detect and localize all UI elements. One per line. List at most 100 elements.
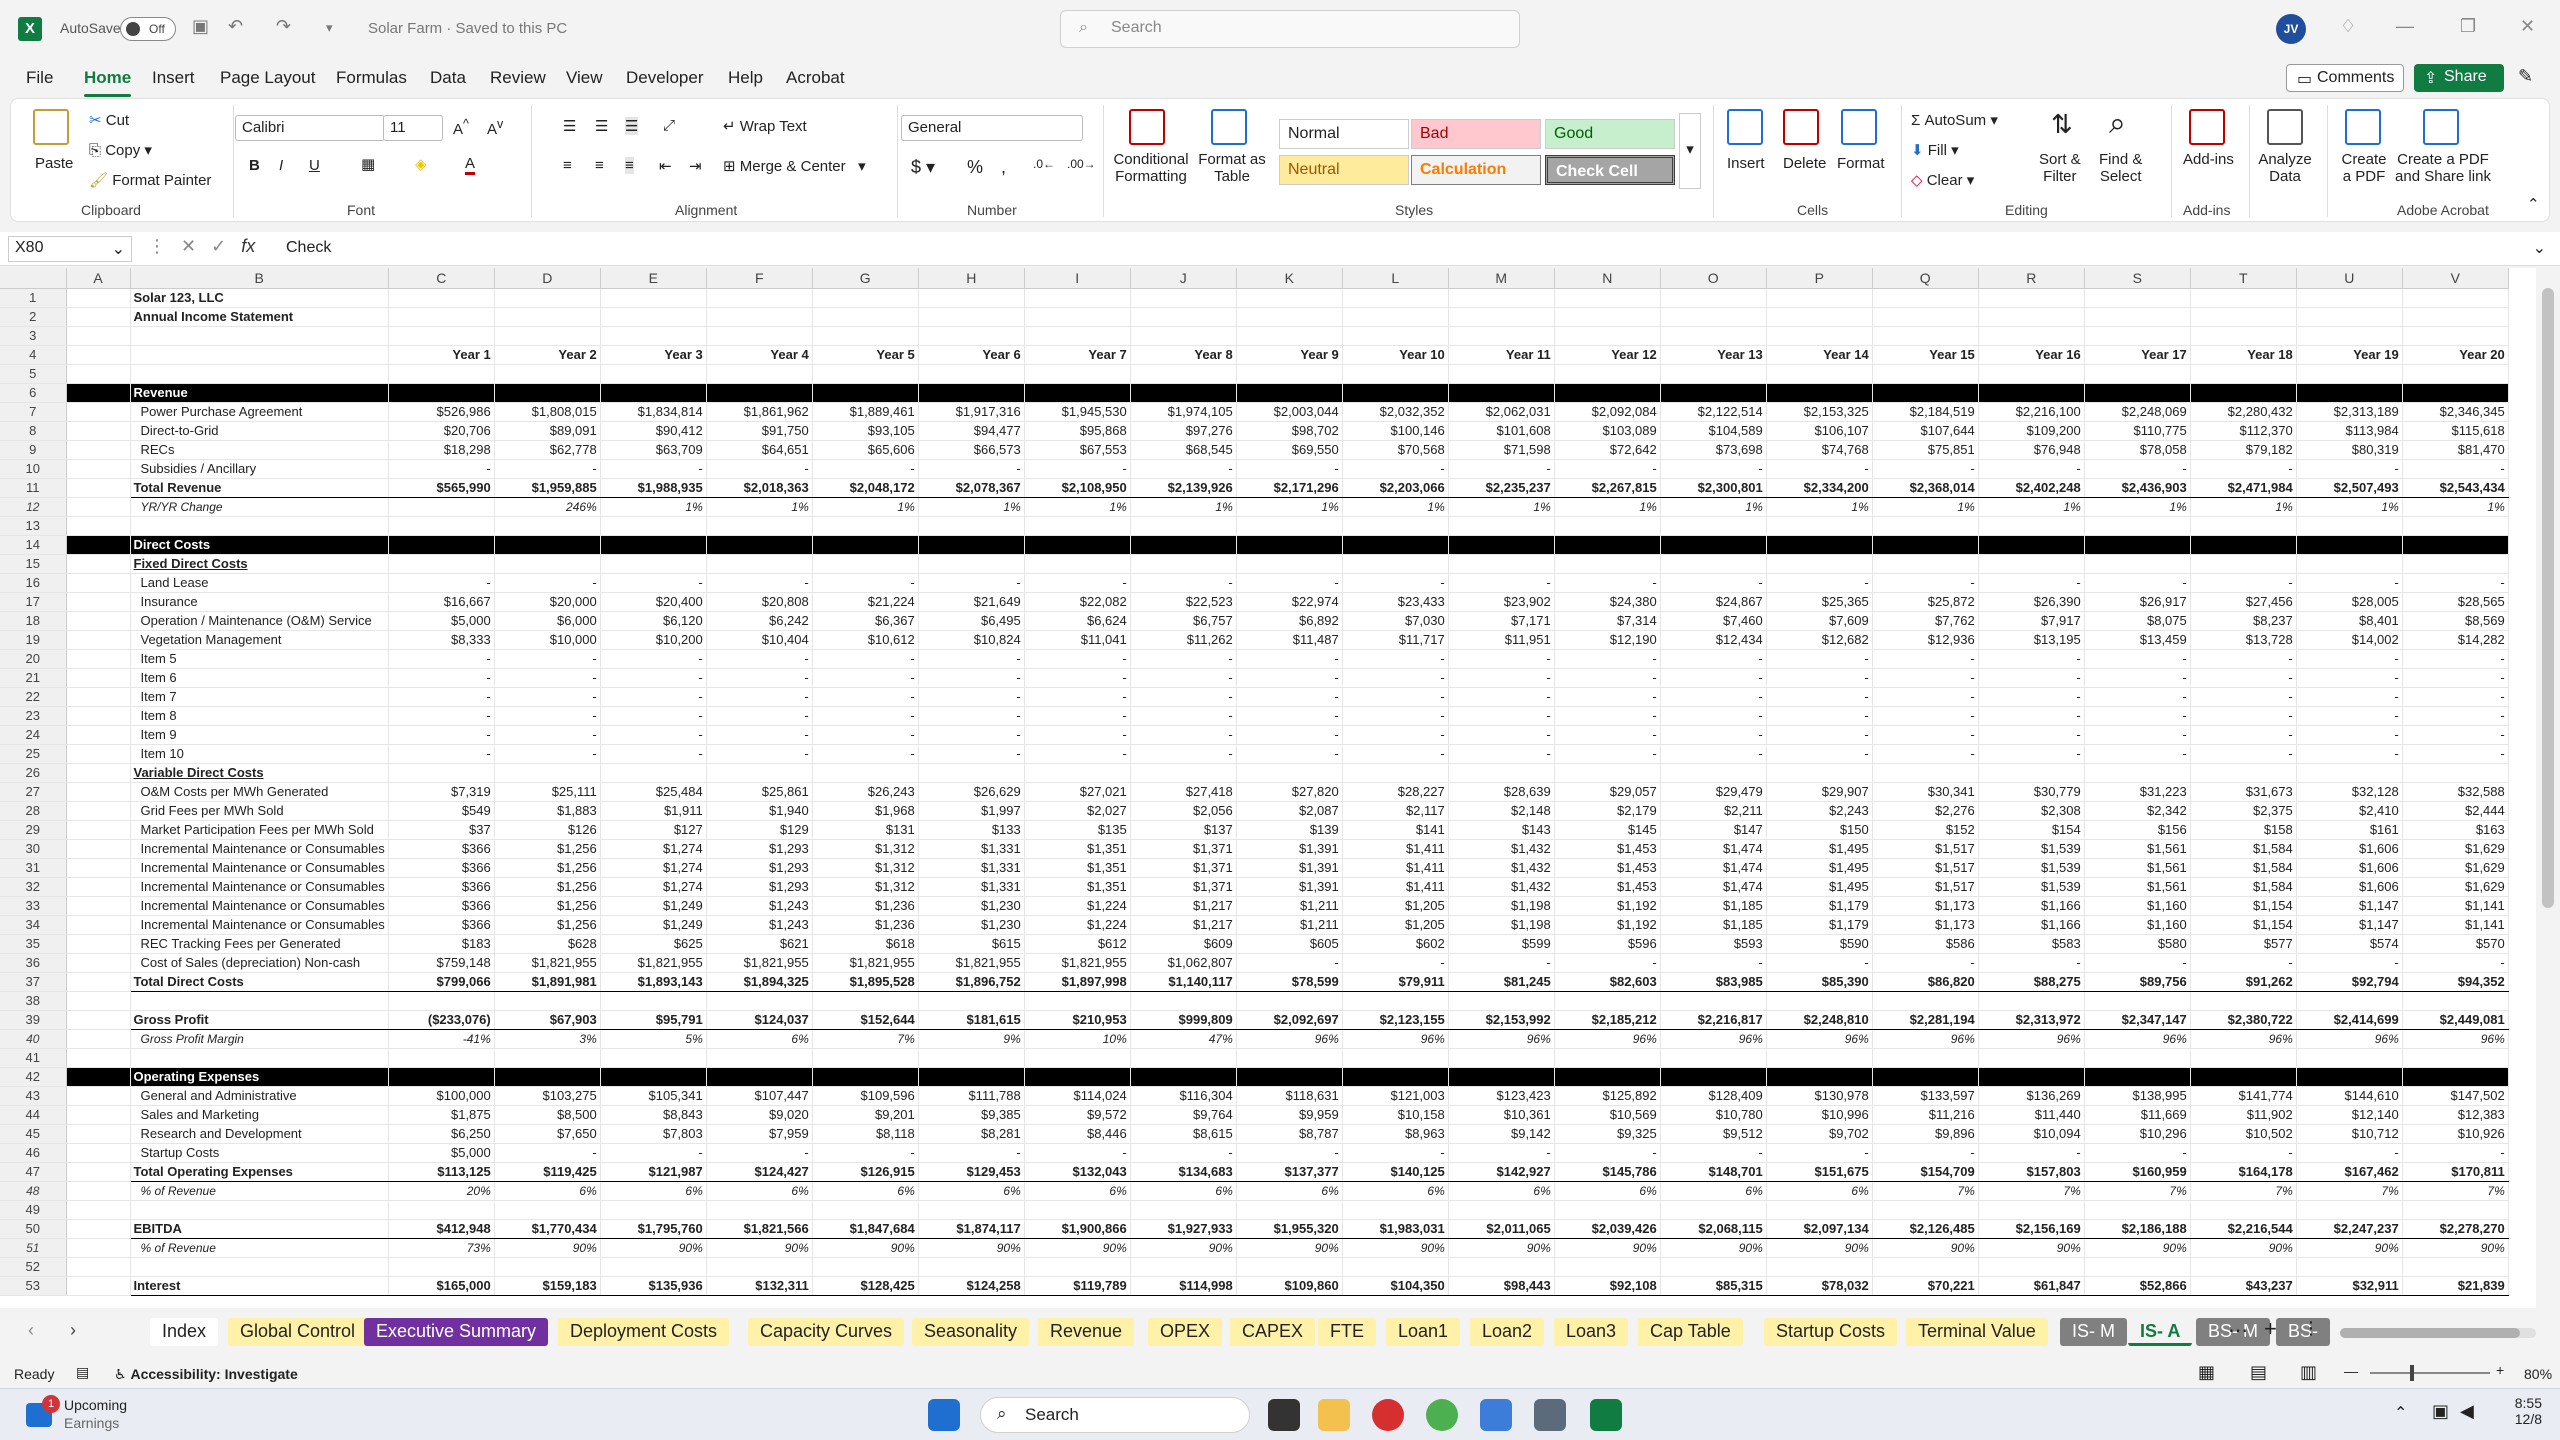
- value-cell[interactable]: 7%: [2296, 1181, 2403, 1201]
- value-cell[interactable]: $27,021: [1024, 782, 1131, 802]
- value-cell[interactable]: $2,186,188: [2084, 1218, 2191, 1239]
- cell[interactable]: [66, 896, 131, 916]
- value-cell[interactable]: $1,453: [1554, 839, 1661, 859]
- value-cell[interactable]: -: [1448, 1143, 1555, 1163]
- value-cell[interactable]: -: [918, 725, 1025, 745]
- value-cell[interactable]: $103,089: [1554, 421, 1661, 441]
- value-cell[interactable]: [1342, 326, 1449, 346]
- add-sheet-icon[interactable]: +: [2264, 1316, 2277, 1342]
- value-cell[interactable]: $1,198: [1448, 915, 1555, 935]
- row-header[interactable]: 7: [0, 402, 67, 422]
- value-cell[interactable]: $128,425: [812, 1275, 919, 1296]
- value-cell[interactable]: $1,432: [1448, 839, 1555, 859]
- value-cell[interactable]: $1,217: [1130, 915, 1237, 935]
- font-size-select[interactable]: 11: [383, 115, 443, 141]
- value-cell[interactable]: Year 11: [1448, 345, 1555, 365]
- value-cell[interactable]: [1978, 307, 2085, 327]
- format-as-table-icon[interactable]: [1211, 109, 1247, 145]
- value-cell[interactable]: $11,951: [1448, 630, 1555, 650]
- styles-more-icon[interactable]: ▾: [1679, 113, 1701, 189]
- value-cell[interactable]: $1,236: [812, 896, 919, 916]
- value-cell[interactable]: $1,821,955: [706, 953, 813, 973]
- value-cell[interactable]: $1,312: [812, 839, 919, 859]
- value-cell[interactable]: $10,824: [918, 630, 1025, 650]
- value-cell[interactable]: $1,293: [706, 858, 813, 878]
- value-cell[interactable]: $10,361: [1448, 1105, 1555, 1125]
- value-cell[interactable]: $11,902: [2190, 1105, 2297, 1125]
- value-cell[interactable]: -: [1130, 459, 1237, 479]
- cell[interactable]: [66, 364, 131, 384]
- value-cell[interactable]: -: [1342, 573, 1449, 593]
- value-cell[interactable]: $1,453: [1554, 858, 1661, 878]
- row-header[interactable]: 12: [0, 497, 67, 517]
- value-cell[interactable]: $2,148: [1448, 801, 1555, 821]
- sheet-tab[interactable]: Executive Summary: [364, 1318, 549, 1346]
- value-cell[interactable]: $1,391: [1236, 839, 1343, 859]
- value-cell[interactable]: 3%: [494, 1029, 601, 1049]
- value-cell[interactable]: -: [1766, 459, 1873, 479]
- value-cell[interactable]: [2296, 1257, 2403, 1277]
- value-cell[interactable]: 90%: [1024, 1238, 1131, 1258]
- value-cell[interactable]: $66,573: [918, 440, 1025, 460]
- chrome-icon[interactable]: [1426, 1399, 1458, 1431]
- column-header[interactable]: V: [2402, 268, 2509, 289]
- value-cell[interactable]: $91,262: [2190, 971, 2297, 992]
- value-cell[interactable]: 96%: [2402, 1029, 2509, 1049]
- value-cell[interactable]: $64,651: [706, 440, 813, 460]
- value-cell[interactable]: $156: [2084, 820, 2191, 840]
- cell[interactable]: [66, 402, 131, 422]
- value-cell[interactable]: $113,125: [388, 1161, 495, 1182]
- value-cell[interactable]: $27,820: [1236, 782, 1343, 802]
- value-cell[interactable]: [1766, 763, 1873, 783]
- value-cell[interactable]: -: [600, 687, 707, 707]
- value-cell[interactable]: $10,780: [1660, 1105, 1767, 1125]
- row-label-cell[interactable]: Gross Profit: [130, 1009, 389, 1030]
- value-cell[interactable]: -: [1978, 953, 2085, 973]
- value-cell[interactable]: $14,282: [2402, 630, 2509, 650]
- value-cell[interactable]: [1872, 763, 1979, 783]
- value-cell[interactable]: $10,612: [812, 630, 919, 650]
- value-cell[interactable]: $11,262: [1130, 630, 1237, 650]
- value-cell[interactable]: $1,894,325: [706, 971, 813, 992]
- value-cell[interactable]: -41%: [388, 1029, 495, 1049]
- value-cell[interactable]: [1660, 364, 1767, 384]
- value-cell[interactable]: 1%: [1766, 497, 1873, 517]
- value-cell[interactable]: -: [2296, 725, 2403, 745]
- horizontal-scroll-thumb[interactable]: [2340, 1328, 2520, 1338]
- value-cell[interactable]: $62,778: [494, 440, 601, 460]
- value-cell[interactable]: [706, 307, 813, 327]
- value-cell[interactable]: $1,391: [1236, 877, 1343, 897]
- row-label-cell[interactable]: Subsidies / Ancillary: [130, 459, 389, 479]
- value-cell[interactable]: $1,983,031: [1342, 1218, 1449, 1239]
- value-cell[interactable]: $43,237: [2190, 1275, 2297, 1296]
- value-cell[interactable]: [1872, 383, 1979, 403]
- row-header[interactable]: 45: [0, 1124, 67, 1144]
- value-cell[interactable]: 1%: [706, 497, 813, 517]
- row-label-cell[interactable]: [130, 364, 389, 384]
- value-cell[interactable]: $76,948: [1978, 440, 2085, 460]
- value-cell[interactable]: $596: [1554, 934, 1661, 954]
- value-cell[interactable]: $2,334,200: [1766, 477, 1873, 498]
- row-header[interactable]: 47: [0, 1162, 67, 1182]
- value-cell[interactable]: $2,507,493: [2296, 477, 2403, 498]
- value-cell[interactable]: $29,907: [1766, 782, 1873, 802]
- value-cell[interactable]: $9,142: [1448, 1124, 1555, 1144]
- value-cell[interactable]: $2,368,014: [1872, 477, 1979, 498]
- value-cell[interactable]: $2,313,189: [2296, 402, 2403, 422]
- cell[interactable]: [66, 478, 131, 498]
- value-cell[interactable]: $91,750: [706, 421, 813, 441]
- zoom-level[interactable]: 80%: [2524, 1366, 2552, 1382]
- value-cell[interactable]: [494, 1048, 601, 1068]
- value-cell[interactable]: -: [2296, 687, 2403, 707]
- value-cell[interactable]: [1130, 554, 1237, 574]
- value-cell[interactable]: [1342, 1200, 1449, 1220]
- value-cell[interactable]: Year 19: [2296, 345, 2403, 365]
- value-cell[interactable]: $151,675: [1766, 1161, 1873, 1182]
- value-cell[interactable]: $73,698: [1660, 440, 1767, 460]
- cell[interactable]: [66, 497, 131, 517]
- value-cell[interactable]: $72,642: [1554, 440, 1661, 460]
- value-cell[interactable]: $7,319: [388, 782, 495, 802]
- value-cell[interactable]: $95,868: [1024, 421, 1131, 441]
- menu-insert[interactable]: Insert: [152, 68, 195, 88]
- value-cell[interactable]: [918, 364, 1025, 384]
